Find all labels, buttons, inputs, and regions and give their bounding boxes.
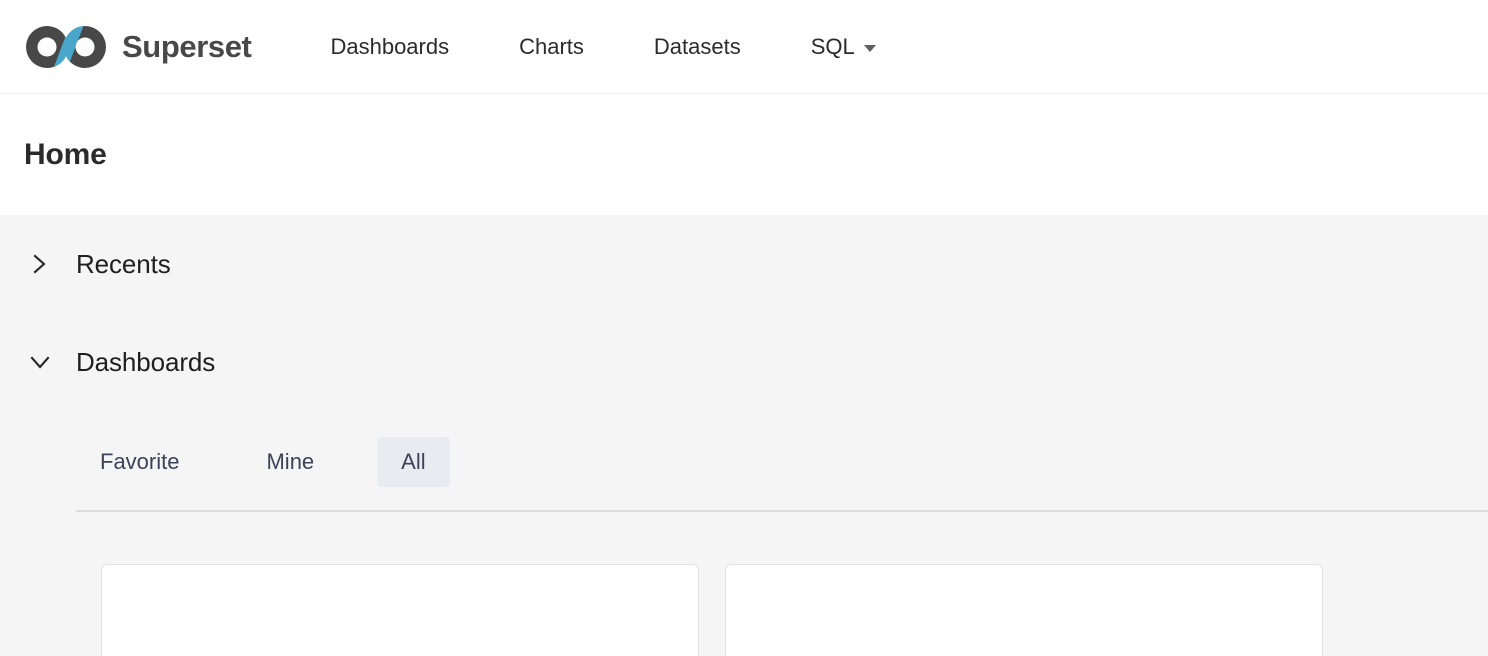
section-recents-title: Recents (76, 249, 171, 279)
nav-item-datasets-label: Datasets (653, 33, 741, 59)
section-recents-header[interactable]: Recents (24, 215, 1488, 313)
page-title: Home (24, 137, 107, 171)
nav-item-sql[interactable]: SQL (776, 33, 911, 59)
page-content: Recents Dashboards Favorite Mine All (0, 215, 1488, 656)
nav-item-sql-label: SQL (810, 33, 855, 59)
nav-item-charts[interactable]: Charts (484, 33, 619, 59)
tab-all-label: All (401, 449, 426, 474)
brand-name: Superset (122, 29, 252, 64)
superset-infinity-logo-icon (24, 24, 112, 70)
brand-home-link[interactable]: Superset (24, 24, 252, 70)
page-title-bar: Home (0, 94, 1488, 215)
chevron-right-icon[interactable] (24, 248, 56, 280)
tab-all[interactable]: All (377, 437, 450, 487)
nav-item-datasets[interactable]: Datasets (619, 33, 776, 59)
section-dashboards-title: Dashboards (76, 347, 216, 377)
superset-home-page: Superset Dashboards Charts Datasets SQL … (0, 0, 1488, 656)
chevron-down-icon[interactable] (24, 346, 56, 378)
dashboard-card[interactable] (725, 564, 1323, 656)
tab-favorite-label: Favorite (100, 449, 180, 474)
section-recents: Recents (0, 215, 1488, 313)
dashboard-card-grid (76, 512, 1488, 656)
nav-item-charts-label: Charts (519, 33, 584, 59)
section-dashboards-header[interactable]: Dashboards (24, 313, 1488, 411)
nav-links: Dashboards Charts Datasets SQL (295, 33, 911, 59)
section-dashboards: Dashboards (0, 313, 1488, 411)
dashboards-filter-tabs: Favorite Mine All (76, 431, 1488, 493)
dashboards-panel: Favorite Mine All (0, 431, 1488, 656)
tab-mine-label: Mine (266, 449, 315, 474)
tab-mine[interactable]: Mine (242, 437, 338, 487)
tab-favorite[interactable]: Favorite (76, 437, 203, 487)
dashboard-card[interactable] (101, 564, 699, 656)
nav-item-dashboards-label: Dashboards (330, 33, 450, 59)
main-navbar: Superset Dashboards Charts Datasets SQL (0, 0, 1488, 94)
chevron-down-icon (863, 44, 876, 52)
nav-item-dashboards[interactable]: Dashboards (295, 33, 484, 59)
